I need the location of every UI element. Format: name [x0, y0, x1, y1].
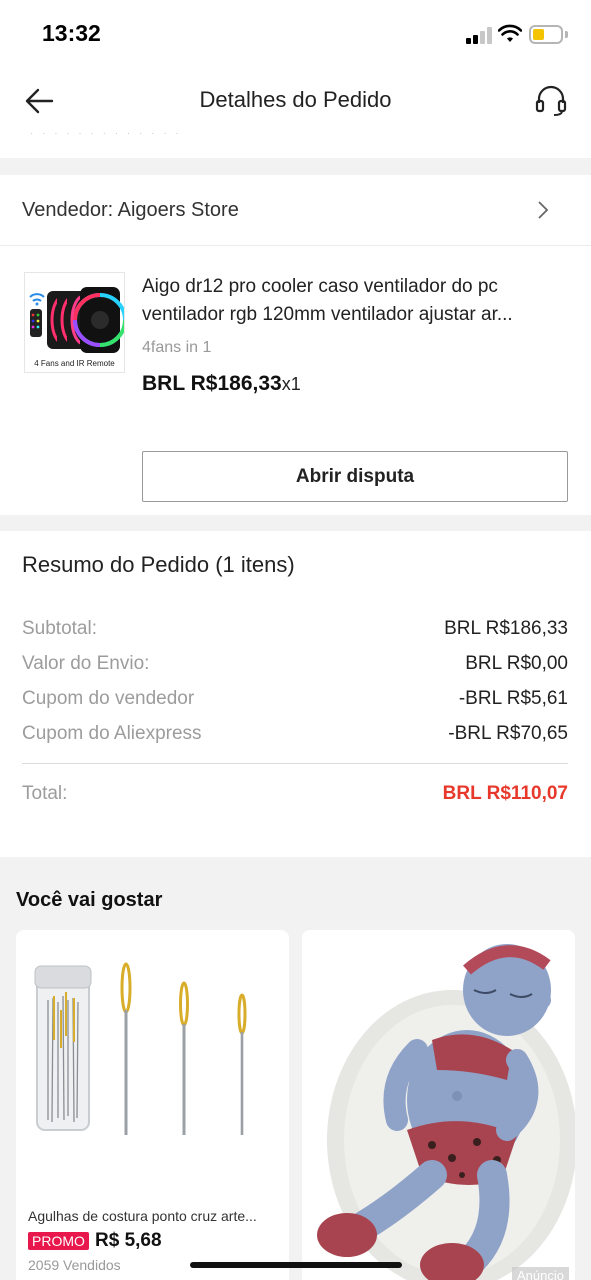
- recommendation-card[interactable]: Agulhas de costura ponto cruz arte... PR…: [16, 930, 289, 1280]
- recommendations-title: Você vai gostar: [16, 889, 163, 911]
- summary-title: Resumo do Pedido (1 itens): [22, 552, 295, 577]
- rgb-fans-product-image: [29, 287, 124, 353]
- summary-label: Cupom do vendedor: [22, 688, 195, 709]
- summary-value: -BRL R$5,61: [458, 688, 568, 709]
- status-bar: 13:32: [0, 0, 591, 66]
- seller-name: Vendedor: Aigoers Store: [22, 199, 239, 221]
- chevron-right-icon: [538, 201, 549, 219]
- customer-support-headset-icon[interactable]: [534, 85, 568, 117]
- summary-label: Subtotal:: [22, 618, 97, 639]
- order-summary-card: Resumo do Pedido (1 itens) Subtotal: BRL…: [0, 531, 591, 857]
- summary-label: Cupom do Aliexpress: [22, 723, 202, 744]
- nav-bar: Detalhes do Pedido · · · · · · · · · · ·…: [0, 66, 591, 158]
- ad-label: Anúncio: [512, 1267, 569, 1280]
- summary-divider: [22, 763, 568, 764]
- total-label: Total:: [22, 783, 68, 804]
- seller-card: Vendedor: Aigoers Store 4 Fans and IR Re…: [0, 175, 591, 515]
- product-quantity: x1: [281, 374, 301, 394]
- product-price: BRL R$186,33x1: [142, 372, 301, 395]
- promo-badge: PROMO: [28, 1232, 89, 1250]
- summary-row-aliexpress-coupon: Cupom do Aliexpress -BRL R$70,65: [22, 723, 568, 749]
- thumbnail-caption: 4 Fans and IR Remote: [34, 359, 115, 368]
- summary-row-total: Total: BRL R$110,07: [22, 783, 568, 809]
- recommendation-sold-count: 2059 Vendidos: [28, 1257, 121, 1273]
- reborn-doll-product-image: [302, 930, 575, 1280]
- home-indicator[interactable]: [190, 1262, 402, 1268]
- summary-label: Valor do Envio:: [22, 653, 150, 674]
- product-thumbnail[interactable]: 4 Fans and IR Remote: [24, 272, 125, 373]
- cellular-signal-icon: [466, 27, 492, 44]
- summary-value: -BRL R$70,65: [448, 723, 568, 744]
- summary-row-subtotal: Subtotal: BRL R$186,33: [22, 618, 568, 644]
- product-title[interactable]: Aigo dr12 pro cooler caso ventilador do …: [142, 273, 572, 329]
- seller-row[interactable]: Vendedor: Aigoers Store: [0, 175, 591, 246]
- summary-row-seller-coupon: Cupom do vendedor -BRL R$5,61: [22, 688, 568, 714]
- summary-value: BRL R$0,00: [465, 653, 568, 674]
- status-time: 13:32: [42, 20, 101, 46]
- recommendation-card-ad[interactable]: Anúncio: [302, 930, 575, 1280]
- total-value: BRL R$110,07: [442, 783, 568, 804]
- open-dispute-button[interactable]: Abrir disputa: [142, 451, 568, 502]
- wifi-icon: [498, 24, 522, 42]
- summary-row-shipping: Valor do Envio: BRL R$0,00: [22, 653, 568, 679]
- product-variant: 4fans in 1: [142, 339, 212, 356]
- summary-value: BRL R$186,33: [444, 618, 568, 639]
- recommendation-name: Agulhas de costura ponto cruz arte...: [28, 1208, 257, 1224]
- page-title: Detalhes do Pedido: [199, 87, 392, 112]
- order-details-screen: 13:32 Detalhes do Pedido · · · · · · · ·…: [0, 0, 591, 1280]
- battery-icon: [529, 25, 563, 44]
- scrolled-content-edge: · · · · · · · · · · · · ·: [30, 128, 182, 139]
- recommendation-price: R$ 5,68: [95, 1230, 162, 1251]
- sewing-needles-product-image: [34, 962, 247, 1135]
